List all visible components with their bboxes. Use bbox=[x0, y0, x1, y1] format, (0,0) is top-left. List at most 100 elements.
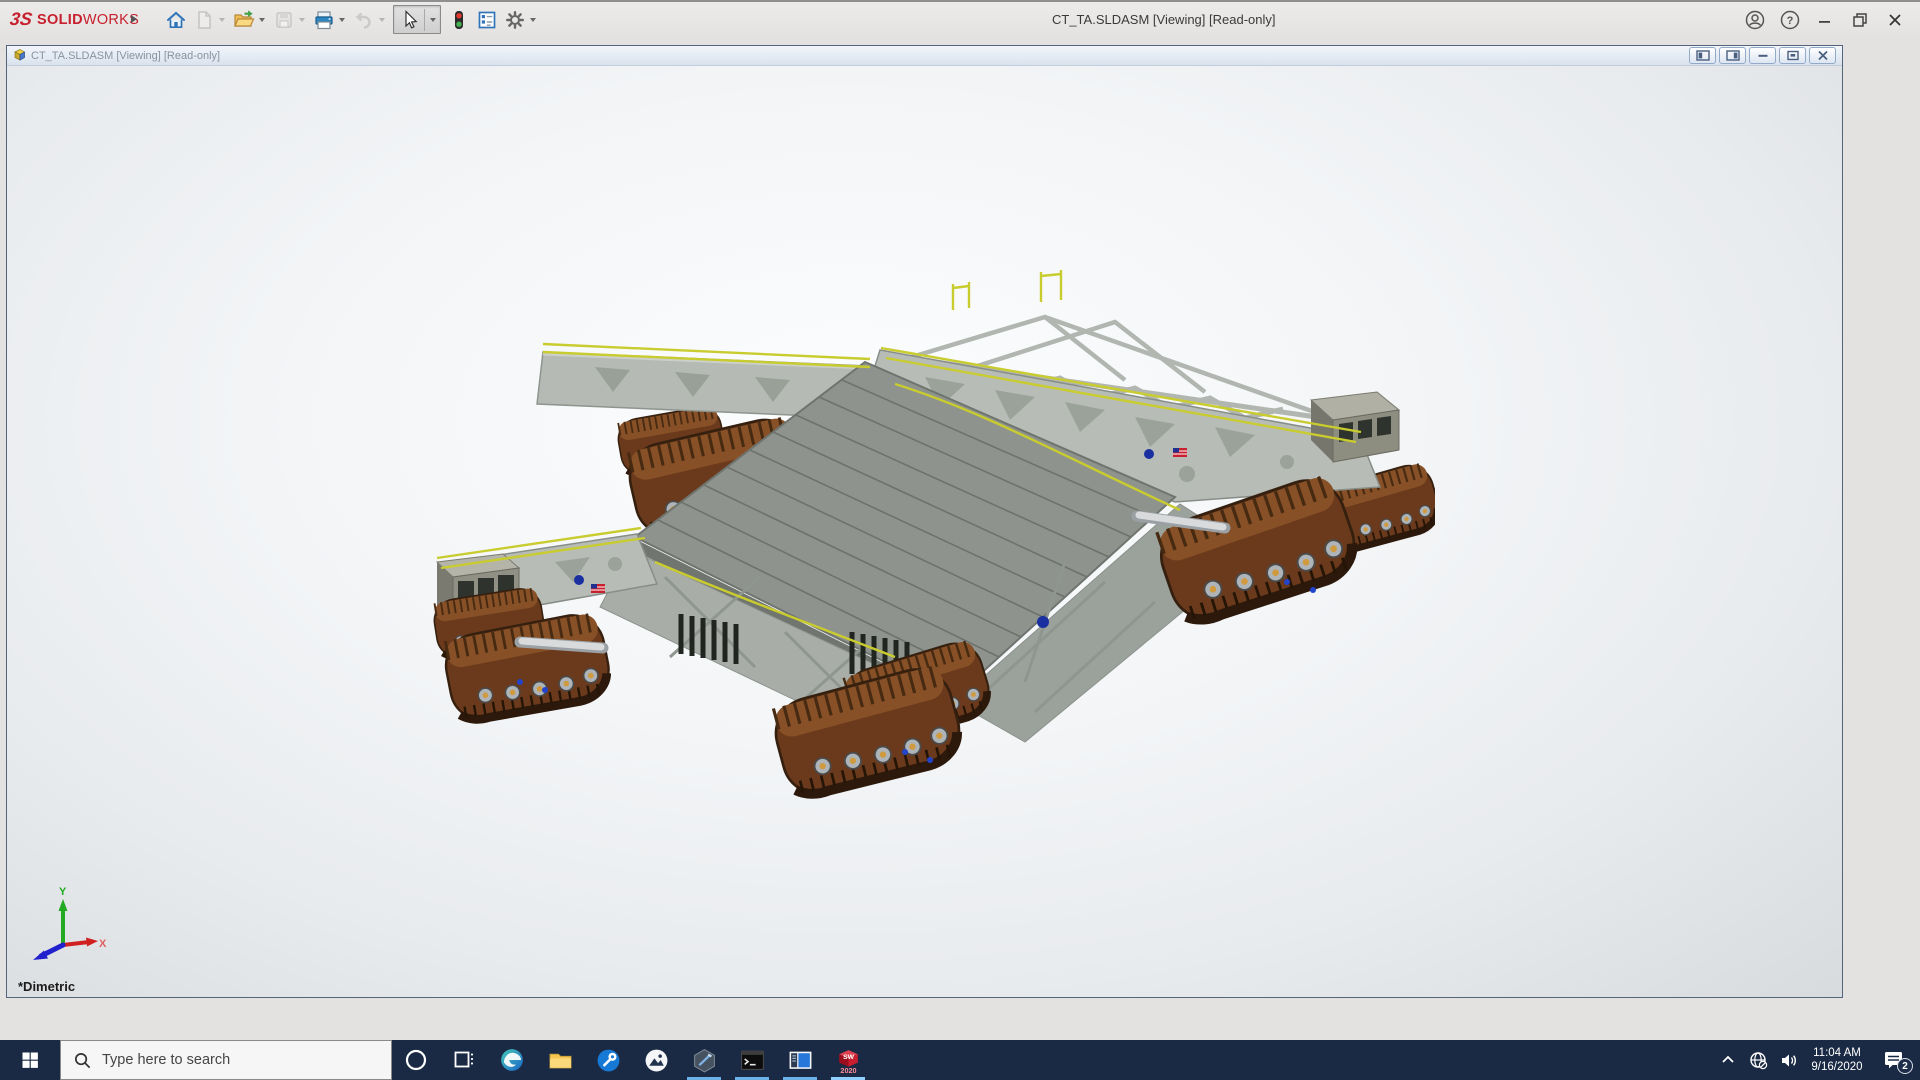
doc-close-icon bbox=[1817, 50, 1828, 61]
doc-restore-icon bbox=[1786, 50, 1799, 61]
orientation-triad: Y X bbox=[33, 886, 107, 960]
help-icon: ? bbox=[1780, 10, 1799, 29]
rebuild-button[interactable] bbox=[445, 6, 472, 33]
dassault-logo-icon: 3S bbox=[8, 9, 34, 29]
save-button[interactable] bbox=[270, 6, 297, 33]
solidworks-logo: 3S SOLIDWORKS bbox=[8, 2, 139, 37]
taskbar-app-file-explorer[interactable] bbox=[536, 1040, 584, 1080]
command-prompt-icon bbox=[740, 1050, 764, 1070]
account-button[interactable] bbox=[1737, 2, 1772, 37]
options-dropdown[interactable] bbox=[530, 17, 536, 22]
document-title: CT_TA.SLDASM [Viewing] [Read-only] bbox=[31, 49, 221, 62]
taskbar-spacer bbox=[872, 1040, 1714, 1080]
help-button[interactable]: ? bbox=[1772, 2, 1807, 37]
taskbar-app-solidworks[interactable]: SW 2020 bbox=[824, 1040, 872, 1080]
chevron-up-icon bbox=[1722, 1055, 1734, 1063]
traffic-light-icon bbox=[454, 10, 463, 29]
assembly-icon bbox=[14, 49, 26, 61]
close-button[interactable] bbox=[1877, 2, 1912, 37]
taskbar-app-remote-desktop[interactable] bbox=[776, 1040, 824, 1080]
taskbar-search[interactable] bbox=[60, 1040, 392, 1080]
gear-icon bbox=[505, 10, 524, 29]
crawler-transporter-model[interactable] bbox=[425, 262, 1435, 807]
restore-button[interactable] bbox=[1842, 2, 1877, 37]
undo-dropdown[interactable] bbox=[379, 17, 385, 22]
tray-chevron-button[interactable] bbox=[1714, 1040, 1742, 1080]
minimize-icon bbox=[1818, 20, 1830, 23]
hexagon-app-icon bbox=[693, 1048, 715, 1073]
select-tool-button[interactable] bbox=[395, 6, 422, 33]
file-properties-icon bbox=[478, 11, 495, 28]
open-dropdown[interactable] bbox=[259, 17, 265, 22]
document-window: CT_TA.SLDASM [Viewing] [Read-only] Y X *… bbox=[6, 45, 1843, 998]
select-tool-group bbox=[393, 5, 441, 34]
doc-minimize-button[interactable] bbox=[1749, 47, 1776, 64]
options-button[interactable] bbox=[501, 6, 528, 33]
save-icon bbox=[275, 11, 292, 28]
taskbar-app-command-prompt[interactable] bbox=[728, 1040, 776, 1080]
document-titlebar[interactable]: CT_TA.SLDASM [Viewing] [Read-only] bbox=[7, 46, 1842, 66]
tray-network-button[interactable] bbox=[1744, 1040, 1772, 1080]
menu-flyout-arrow-icon[interactable] bbox=[131, 15, 137, 23]
new-document-icon bbox=[197, 10, 211, 29]
task-view-icon bbox=[454, 1051, 473, 1068]
right-cab bbox=[1309, 391, 1401, 463]
select-tool-dropdown[interactable] bbox=[430, 17, 436, 22]
clock-time: 11:04 AM bbox=[1813, 1047, 1861, 1059]
open-button[interactable] bbox=[230, 6, 257, 33]
dock-left-button[interactable] bbox=[1689, 47, 1716, 64]
remote-desktop-icon bbox=[789, 1051, 811, 1069]
wrench-circle-icon bbox=[597, 1049, 619, 1071]
taskbar-app-cortana[interactable] bbox=[392, 1040, 440, 1080]
svg-text:?: ? bbox=[1786, 15, 1793, 27]
taskbar-clock[interactable]: 11:04 AM 9/16/2020 bbox=[1804, 1046, 1870, 1074]
tray-volume-button[interactable] bbox=[1774, 1040, 1802, 1080]
model-viewport[interactable]: Y X *Dimetric bbox=[7, 66, 1842, 997]
minimize-button[interactable] bbox=[1807, 2, 1842, 37]
app-title: CT_TA.SLDASM [Viewing] [Read-only] bbox=[1052, 12, 1276, 27]
print-dropdown[interactable] bbox=[339, 17, 345, 22]
dock-right-button[interactable] bbox=[1719, 47, 1746, 64]
print-button[interactable] bbox=[310, 6, 337, 33]
new-document-dropdown[interactable] bbox=[219, 17, 225, 22]
brand-text: SOLIDWORKS bbox=[37, 12, 139, 28]
account-icon bbox=[1745, 10, 1764, 29]
save-dropdown[interactable] bbox=[299, 17, 305, 22]
select-cursor-icon bbox=[404, 9, 418, 29]
doc-restore-button[interactable] bbox=[1779, 47, 1806, 64]
taskbar-app-photos[interactable] bbox=[632, 1040, 680, 1080]
taskbar-app-task-view[interactable] bbox=[440, 1040, 488, 1080]
dock-right-icon bbox=[1725, 50, 1740, 61]
network-globe-icon bbox=[1749, 1051, 1767, 1069]
search-icon bbox=[74, 1052, 91, 1068]
svg-text:SW: SW bbox=[843, 1053, 855, 1060]
open-folder-icon bbox=[234, 10, 255, 27]
app-window-controls: ? bbox=[1737, 2, 1912, 37]
home-button[interactable] bbox=[162, 6, 189, 33]
start-button[interactable] bbox=[0, 1040, 60, 1080]
search-input[interactable] bbox=[102, 1052, 352, 1068]
document-window-controls bbox=[1689, 47, 1836, 64]
close-icon bbox=[1888, 13, 1901, 26]
file-properties-button[interactable] bbox=[473, 6, 500, 33]
taskbar-app-settings-tool[interactable] bbox=[584, 1040, 632, 1080]
print-icon bbox=[314, 10, 333, 29]
restore-icon bbox=[1852, 12, 1867, 27]
edge-icon bbox=[501, 1049, 523, 1071]
windows-logo-icon bbox=[22, 1052, 38, 1068]
svg-text:2020: 2020 bbox=[840, 1065, 856, 1073]
action-center-button[interactable]: 2 bbox=[1872, 1040, 1916, 1080]
taskbar-app-edge[interactable] bbox=[488, 1040, 536, 1080]
triad-x-label: X bbox=[99, 938, 107, 950]
doc-close-button[interactable] bbox=[1809, 47, 1836, 64]
clock-date: 9/16/2020 bbox=[1811, 1061, 1863, 1073]
dock-left-icon bbox=[1695, 50, 1710, 61]
select-tool-divider bbox=[424, 8, 425, 31]
doc-minimize-icon bbox=[1758, 54, 1767, 57]
undo-button[interactable] bbox=[350, 6, 377, 33]
speaker-icon bbox=[1781, 1054, 1796, 1066]
quick-access-toolbar bbox=[162, 4, 540, 35]
home-icon bbox=[166, 11, 185, 28]
new-document-button[interactable] bbox=[190, 6, 217, 33]
taskbar-app-hexagon[interactable] bbox=[680, 1040, 728, 1080]
